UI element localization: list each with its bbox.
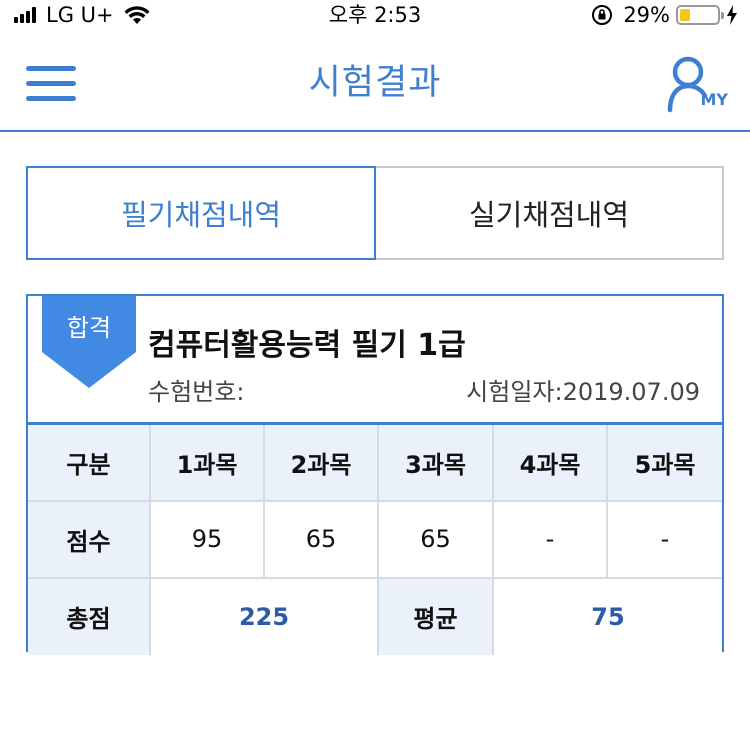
tab-practical-scores[interactable]: 실기채점내역 (376, 166, 724, 260)
header-cell: 1과목 (149, 422, 265, 502)
header-cell: 4과목 (492, 422, 608, 502)
score-cell: 95 (149, 499, 265, 579)
score-label-cell: 점수 (28, 499, 151, 579)
status-bar: LG U+ 오후 2:53 29% (0, 0, 750, 30)
score-tabs: 필기채점내역 실기채점내역 (26, 166, 724, 260)
my-label: MY (700, 90, 728, 109)
header-cell: 구분 (28, 422, 151, 502)
table-row: 총점 225 평균 75 (28, 576, 722, 655)
tab-written-scores[interactable]: 필기채점내역 (26, 166, 376, 260)
result-card-header: 합격 컴퓨터활용능력 필기 1급 수험번호: 시험일자:2019.07.09 (28, 296, 722, 422)
exam-name: 컴퓨터활용능력 필기 1급 (148, 328, 466, 363)
header-cell: 5과목 (606, 422, 722, 502)
nav-bar: 시험결과 MY (0, 30, 750, 132)
total-label-cell: 총점 (28, 576, 151, 655)
battery-fill (680, 9, 691, 21)
score-table: 구분 1과목 2과목 3과목 4과목 5과목 점수 95 65 65 - - 총… (28, 422, 722, 655)
pass-badge: 합격 (66, 314, 112, 342)
average-value-cell: 75 (492, 576, 722, 655)
rotation-lock-icon (592, 5, 613, 25)
result-card: 합격 컴퓨터활용능력 필기 1급 수험번호: 시험일자:2019.07.09 구… (26, 294, 724, 655)
table-row: 점수 95 65 65 - - (28, 499, 722, 579)
header-cell: 2과목 (263, 422, 379, 502)
exam-number: 수험번호: (148, 378, 245, 406)
page-title: 시험결과 (308, 63, 442, 103)
total-value-cell: 225 (149, 576, 379, 655)
exam-date: 시험일자:2019.07.09 (466, 378, 700, 406)
battery-icon (676, 5, 724, 25)
battery-percent: 29% (623, 3, 670, 27)
score-cell: 65 (377, 499, 494, 579)
score-cell: 65 (263, 499, 379, 579)
score-cell: - (606, 499, 722, 579)
score-cell: - (492, 499, 608, 579)
header-cell: 3과목 (377, 422, 494, 502)
table-header-row: 구분 1과목 2과목 3과목 4과목 5과목 (28, 422, 722, 502)
bolt-icon (727, 5, 737, 25)
status-right: 29% (591, 2, 738, 28)
average-label-cell: 평균 (377, 576, 494, 655)
